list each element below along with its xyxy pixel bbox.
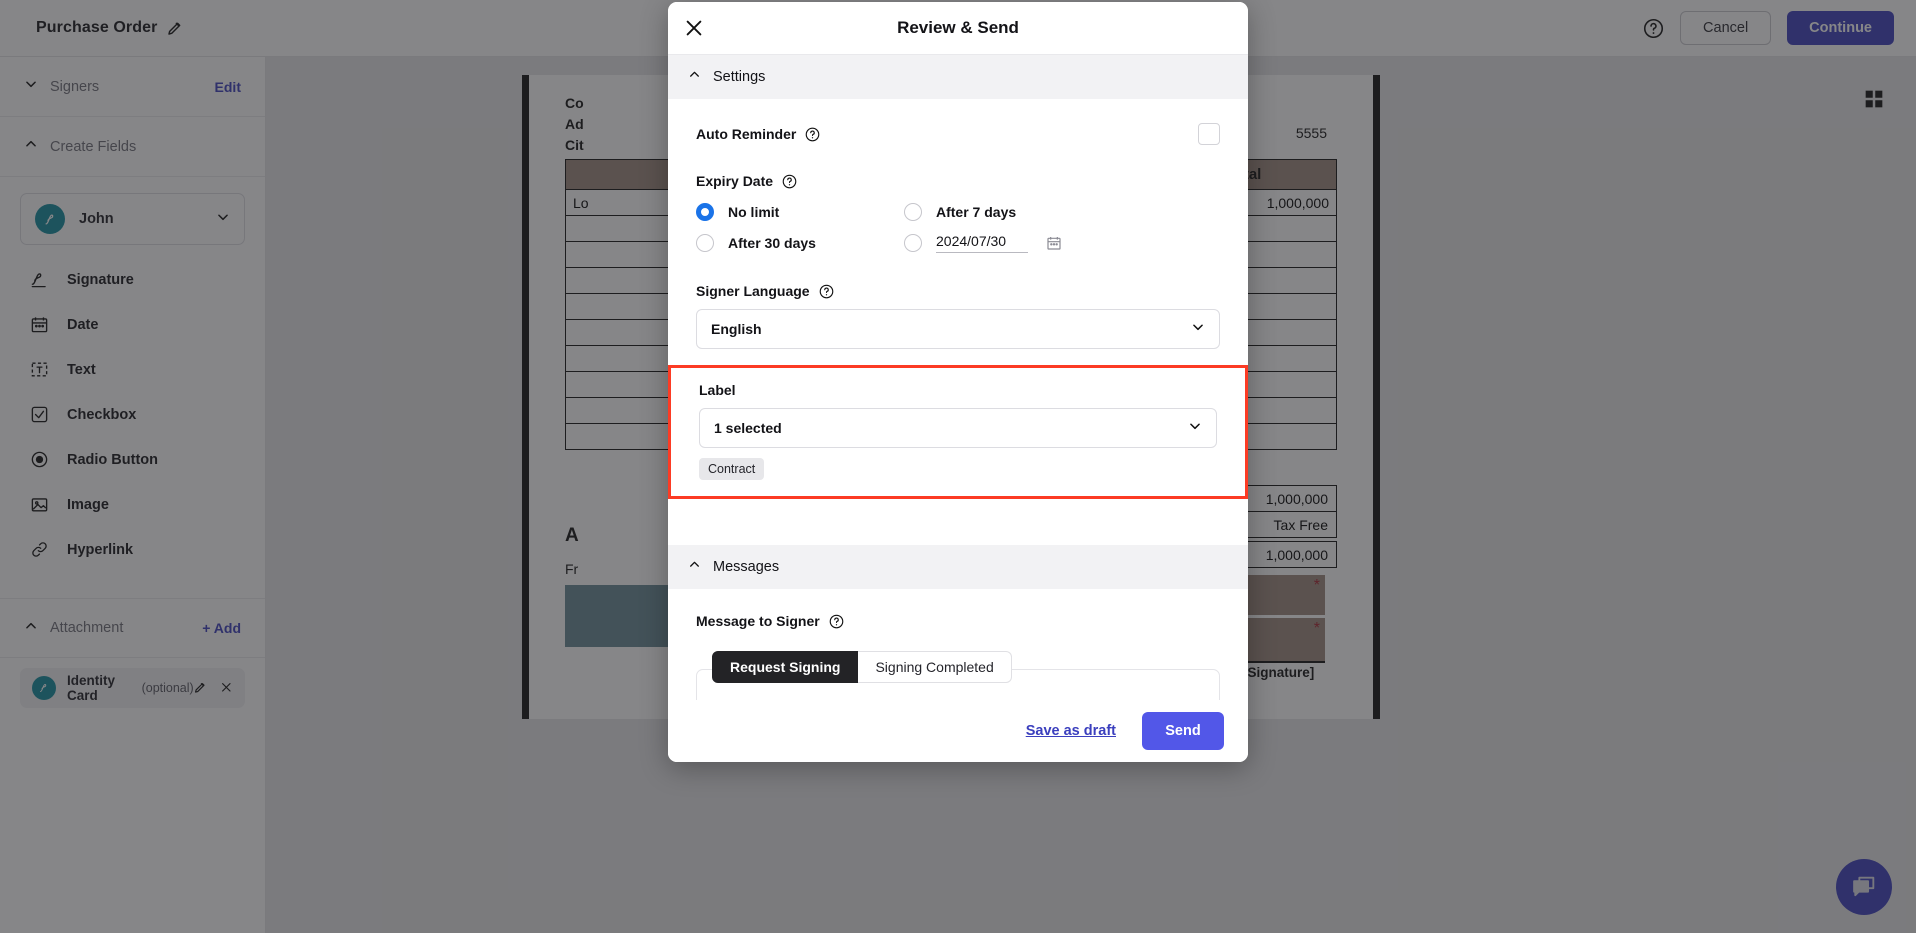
- messages-group-label: Messages: [713, 559, 780, 575]
- expiry-option-custom-date[interactable]: 2024/07/30: [904, 233, 1220, 253]
- label-multiselect-value: 1 selected: [714, 420, 782, 436]
- signer-language-row: Signer Language: [696, 283, 1220, 299]
- modal-header: Review & Send: [668, 2, 1248, 55]
- help-circle-icon[interactable]: [805, 127, 820, 142]
- settings-content: Auto Reminder Expiry Date No limit After…: [668, 99, 1248, 349]
- label-multiselect[interactable]: 1 selected: [699, 408, 1217, 448]
- signer-language-select[interactable]: English: [696, 309, 1220, 349]
- expiry-option-label: After 7 days: [936, 204, 1017, 220]
- modal-footer: Save as draft Send: [668, 700, 1248, 762]
- help-circle-icon[interactable]: [782, 174, 797, 189]
- chevron-up-icon: [688, 68, 701, 86]
- tab-signing-completed[interactable]: Signing Completed: [858, 651, 1012, 683]
- label-field-highlight: Label 1 selected Contract: [668, 365, 1248, 499]
- expiry-option-no-limit[interactable]: No limit: [696, 203, 904, 221]
- message-to-signer-label: Message to Signer: [696, 613, 820, 629]
- send-button[interactable]: Send: [1142, 712, 1224, 750]
- chevron-down-icon: [1191, 320, 1205, 339]
- radio-button-icon: [904, 203, 922, 221]
- radio-button-icon: [696, 203, 714, 221]
- close-icon[interactable]: [683, 17, 705, 39]
- expiry-option-label: After 30 days: [728, 235, 816, 251]
- help-circle-icon[interactable]: [819, 284, 834, 299]
- radio-button-icon: [696, 234, 714, 252]
- chevron-down-icon: [1188, 419, 1202, 438]
- expiry-date-row: Expiry Date: [696, 173, 1220, 189]
- chevron-up-icon: [688, 558, 701, 576]
- tab-request-signing[interactable]: Request Signing: [712, 651, 859, 683]
- expiry-option-after-7-days[interactable]: After 7 days: [904, 203, 1220, 221]
- auto-reminder-checkbox[interactable]: [1198, 123, 1220, 145]
- auto-reminder-row: Auto Reminder: [696, 123, 1220, 145]
- label-field-group: Label 1 selected Contract: [671, 382, 1245, 480]
- save-as-draft-button[interactable]: Save as draft: [1026, 723, 1116, 739]
- radio-button-icon: [904, 234, 922, 252]
- expiry-option-label: No limit: [728, 204, 780, 220]
- expiry-date-label: Expiry Date: [696, 173, 774, 189]
- help-circle-icon[interactable]: [829, 614, 844, 629]
- signer-language-value: English: [711, 321, 762, 337]
- settings-group-header[interactable]: Settings: [668, 55, 1248, 99]
- modal-body[interactable]: Settings Auto Reminder Expiry Date No li…: [668, 55, 1248, 700]
- messages-group-header[interactable]: Messages: [668, 545, 1248, 589]
- signer-language-label: Signer Language: [696, 283, 810, 299]
- expiry-date-input[interactable]: 2024/07/30: [936, 233, 1028, 253]
- label-chip-contract[interactable]: Contract: [699, 458, 765, 480]
- calendar-icon[interactable]: [1046, 235, 1062, 251]
- modal-title: Review & Send: [897, 18, 1019, 37]
- settings-group-label: Settings: [713, 69, 766, 85]
- messages-content: Message to Signer Request Signing Signin…: [668, 589, 1248, 700]
- auto-reminder-label: Auto Reminder: [696, 126, 797, 142]
- label-field-label: Label: [699, 382, 736, 398]
- expiry-option-after-30-days[interactable]: After 30 days: [696, 233, 904, 253]
- expiry-options: No limit After 7 days After 30 days 2024…: [696, 203, 1220, 253]
- message-to-signer-row: Message to Signer: [696, 613, 1220, 629]
- review-and-send-modal: Review & Send Settings Auto Reminder Exp…: [668, 2, 1248, 762]
